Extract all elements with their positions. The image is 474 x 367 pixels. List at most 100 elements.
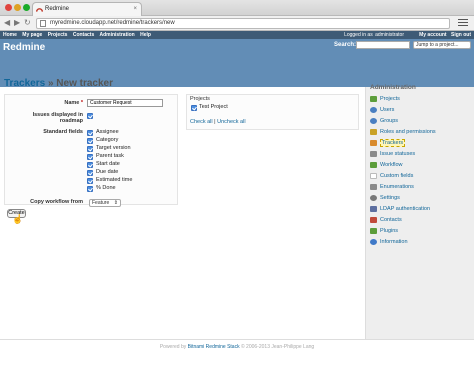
- content: Trackers » New tracker Name * Customer R…: [0, 78, 365, 339]
- sidebar-item-roles[interactable]: Roles and permissions: [370, 128, 436, 136]
- custom-field-icon: [370, 173, 377, 179]
- sidebar-item-enumerations[interactable]: Enumerations: [370, 183, 414, 191]
- start-date-checkbox[interactable]: [87, 162, 93, 168]
- projects-legend: Projects: [190, 96, 210, 102]
- sidebar-item-users[interactable]: Users: [370, 106, 394, 114]
- browser-tab[interactable]: Redmine ×: [32, 2, 142, 16]
- top-menu-help[interactable]: Help: [140, 32, 151, 38]
- due-date-label: Due date: [96, 169, 119, 175]
- redmine-favicon-icon: [36, 8, 43, 12]
- users-icon: [370, 107, 377, 113]
- sign-out-link[interactable]: Sign out: [451, 32, 471, 38]
- settings-icon: [370, 195, 377, 201]
- sidebar-item-label: Issue statuses: [380, 151, 416, 157]
- sidebar-item-trackers[interactable]: Trackers: [370, 139, 406, 147]
- sidebar-title: Administration: [370, 84, 416, 91]
- standard-fields-label: Standard fields: [43, 129, 83, 135]
- estimated-time-checkbox[interactable]: [87, 178, 93, 184]
- plugin-icon: [370, 228, 377, 234]
- due-date-checkbox[interactable]: [87, 170, 93, 176]
- assignee-checkbox[interactable]: [87, 130, 93, 136]
- sidebar-item-settings[interactable]: Settings: [370, 194, 400, 202]
- footer-prefix: Powered by: [159, 344, 187, 350]
- my-account-link[interactable]: My account: [419, 32, 447, 38]
- uncheck-all-link[interactable]: Uncheck all: [217, 119, 245, 125]
- sidebar-item-label: Enumerations: [380, 184, 414, 190]
- category-label: Category: [96, 137, 119, 143]
- minimize-window-button[interactable]: [14, 4, 21, 11]
- page-icon: [40, 20, 46, 27]
- url-input[interactable]: myredmine.cloudapp.net/redmine/trackers/…: [36, 18, 450, 29]
- sidebar-item-contacts[interactable]: Contacts: [370, 216, 402, 224]
- status-icon: [370, 151, 377, 157]
- target-version-label: Target version: [96, 145, 131, 151]
- sidebar-item-workflow[interactable]: Workflow: [370, 161, 403, 169]
- close-window-button[interactable]: [5, 4, 12, 11]
- sidebar-item-label: Custom fields: [380, 173, 414, 179]
- sidebar-item-label: Trackers: [380, 139, 406, 147]
- parent-task-label: Parent task: [96, 153, 124, 159]
- projects-fieldset: Projects Test Project Check all | Unchec…: [186, 94, 359, 130]
- tracker-icon: [370, 140, 377, 146]
- sidebar-item-label: Plugins: [380, 228, 399, 234]
- assignee-label: Assignee: [96, 129, 119, 135]
- list-icon: [370, 184, 377, 190]
- forward-icon[interactable]: ▶: [14, 18, 20, 28]
- test-project-checkbox[interactable]: [191, 105, 197, 111]
- url-text: myredmine.cloudapp.net/redmine/trackers/…: [50, 20, 175, 26]
- sidebar-item-projects[interactable]: Projects: [370, 95, 400, 103]
- done-ratio-checkbox[interactable]: [87, 186, 93, 192]
- parent-task-checkbox[interactable]: [87, 154, 93, 160]
- top-menu-contacts[interactable]: Contacts: [73, 32, 94, 38]
- footer-stack-link[interactable]: Bitnami Redmine Stack: [188, 344, 240, 350]
- tab-bar: Redmine ×: [0, 0, 474, 16]
- target-version-checkbox[interactable]: [87, 146, 93, 152]
- sidebar-item-label: Users: [380, 107, 395, 113]
- jump-to-project-select[interactable]: Jump to a project...: [413, 41, 471, 49]
- category-checkbox[interactable]: [87, 138, 93, 144]
- top-menu-projects[interactable]: Projects: [48, 32, 68, 38]
- close-tab-icon[interactable]: ×: [133, 3, 137, 16]
- project-check-links: Check all | Uncheck all: [190, 119, 246, 125]
- top-menu-home[interactable]: Home: [3, 32, 17, 38]
- breadcrumb-trackers-link[interactable]: Trackers: [4, 78, 45, 89]
- footer-copyright: © 2006-2013 Jean-Philippe Lang: [240, 344, 315, 350]
- name-input[interactable]: Customer Request: [87, 99, 163, 107]
- name-label: Name *: [5, 100, 83, 106]
- maximize-window-button[interactable]: [23, 4, 30, 11]
- logged-in-user-link[interactable]: administrator: [375, 32, 404, 38]
- search-input[interactable]: [356, 41, 410, 49]
- sidebar-item-label: LDAP authentication: [380, 206, 431, 212]
- estimated-time-label: Estimated time: [96, 177, 133, 183]
- sidebar-item-label: Roles and permissions: [380, 129, 436, 135]
- groups-icon: [370, 118, 377, 124]
- contacts-icon: [370, 217, 377, 223]
- top-menu-my-page[interactable]: My page: [22, 32, 42, 38]
- copy-workflow-select[interactable]: Feature ⇕: [89, 199, 121, 207]
- browser-menu-icon[interactable]: [458, 19, 468, 28]
- roadmap-label: Issues displayed in roadmap: [5, 112, 83, 124]
- address-bar: ◀ ▶ ↻ myredmine.cloudapp.net/redmine/tra…: [0, 16, 474, 31]
- roadmap-checkbox[interactable]: [87, 113, 93, 119]
- sidebar-item-label: Settings: [380, 195, 400, 201]
- page-title: Trackers » New tracker: [4, 78, 113, 89]
- roadmap-label-line2: roadmap: [59, 118, 83, 124]
- sidebar-item-issue-statuses[interactable]: Issue statuses: [370, 150, 415, 158]
- name-label-text: Name: [64, 100, 80, 106]
- top-menu-administration[interactable]: Administration: [99, 32, 134, 38]
- check-all-link[interactable]: Check all: [190, 119, 213, 125]
- sidebar-item-label: Projects: [380, 96, 400, 102]
- browser-window: Redmine × ◀ ▶ ↻ myredmine.cloudapp.net/r…: [0, 0, 474, 367]
- sidebar-item-plugins[interactable]: Plugins: [370, 227, 398, 235]
- sidebar-item-information[interactable]: Information: [370, 238, 408, 246]
- page-title-text: New tracker: [56, 78, 113, 89]
- back-icon[interactable]: ◀: [4, 18, 10, 28]
- sidebar-item-ldap[interactable]: LDAP authentication: [370, 205, 430, 213]
- sidebar-item-groups[interactable]: Groups: [370, 117, 398, 125]
- sidebar-item-custom-fields[interactable]: Custom fields: [370, 172, 413, 180]
- server-icon: [370, 206, 377, 212]
- app-title: Redmine: [3, 42, 46, 53]
- key-icon: [370, 129, 377, 135]
- mouse-pointer-icon: ☝: [12, 214, 24, 224]
- reload-icon[interactable]: ↻: [24, 18, 31, 28]
